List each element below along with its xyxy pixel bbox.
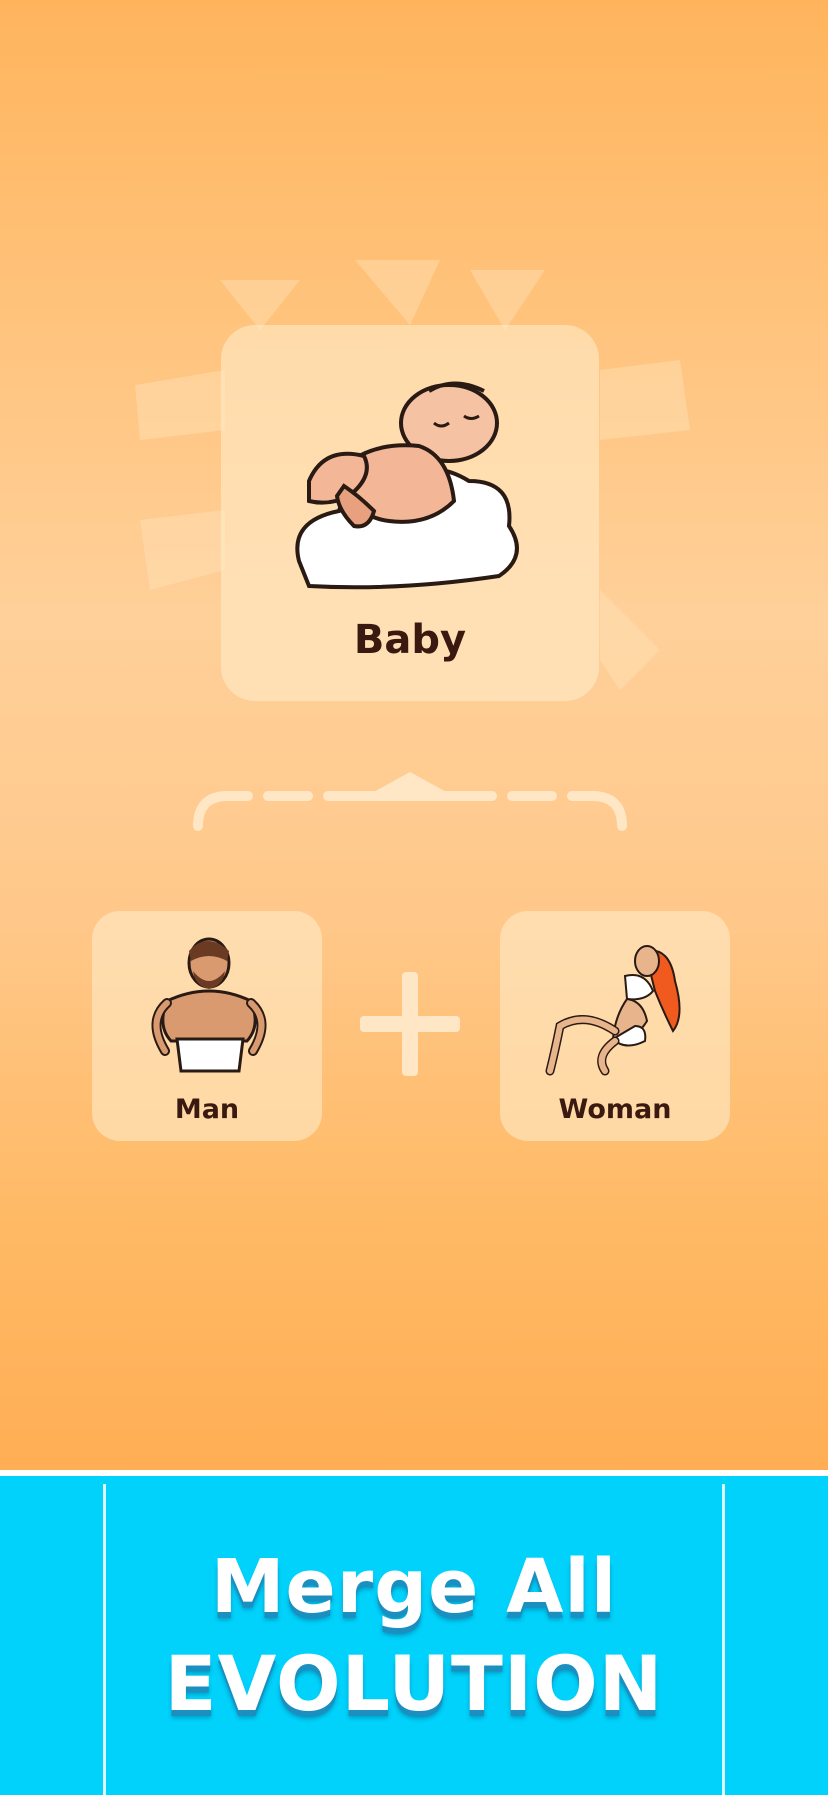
banner-headline-line2: EVOLUTION — [164, 1639, 664, 1728]
caveman-icon — [151, 937, 267, 1073]
result-card-baby[interactable]: Baby — [221, 325, 599, 701]
merge-connector — [193, 772, 627, 831]
plus-icon — [360, 972, 460, 1076]
woman-sitting-icon — [545, 945, 681, 1076]
banner-headline-line1: Merge All — [210, 1544, 618, 1630]
ingredient-card-man[interactable]: Man — [92, 911, 322, 1141]
game-background: Baby Man Woman — [0, 0, 828, 1470]
ingredient-label-woman: Woman — [558, 1094, 672, 1125]
ingredient-label-man: Man — [174, 1094, 240, 1125]
promo-banner: Merge All EVOLUTION — [0, 1470, 828, 1795]
ingredient-card-woman[interactable]: Woman — [500, 911, 730, 1141]
result-label: Baby — [353, 617, 467, 663]
baby-on-cloud-icon — [295, 381, 519, 590]
